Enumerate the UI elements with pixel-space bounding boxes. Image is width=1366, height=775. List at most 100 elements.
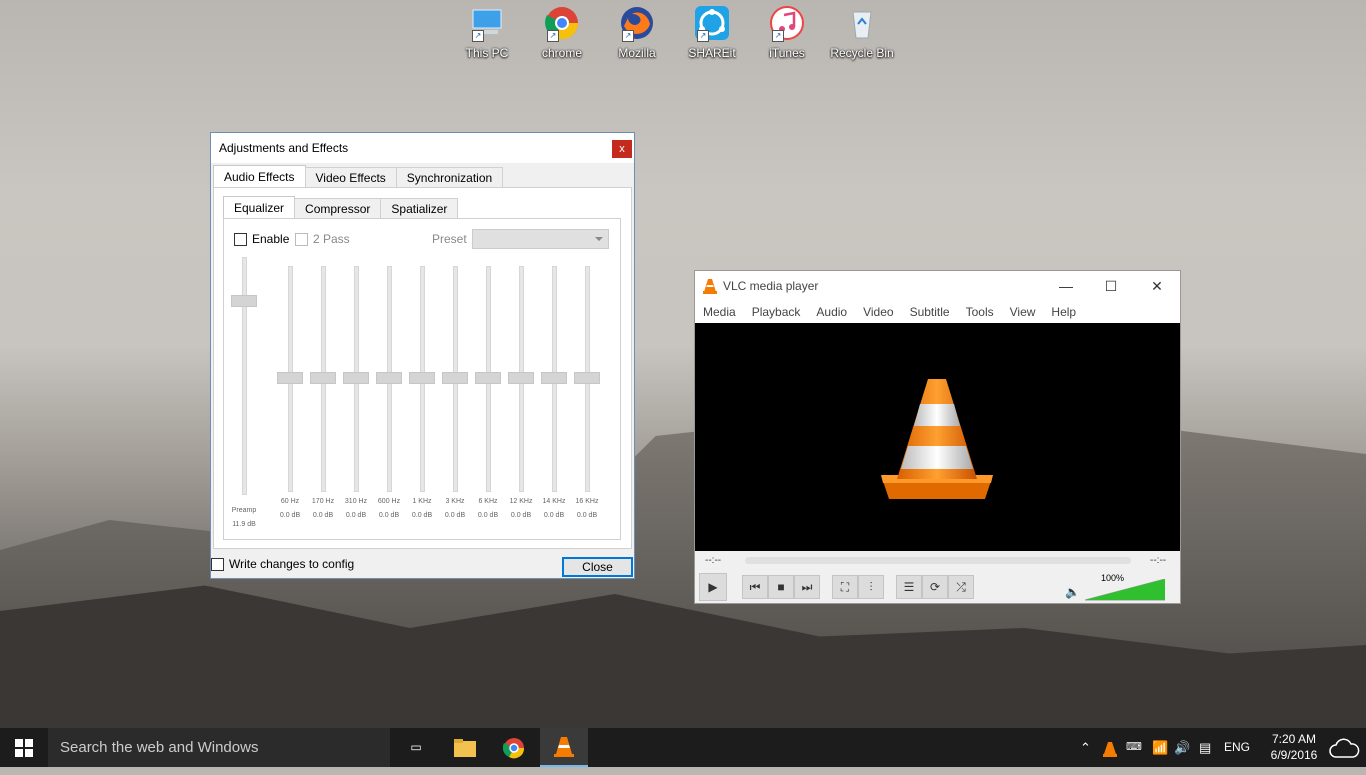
slider-thumb[interactable] [310, 372, 336, 384]
close-icon[interactable]: x [612, 140, 632, 158]
folder-icon [454, 739, 476, 757]
next-button[interactable]: ⏭ [794, 575, 820, 599]
vlc-cone-icon [703, 279, 717, 294]
eq-band-slider[interactable]: 3 KHz 0.0 dB [442, 266, 468, 526]
volume-icon[interactable]: 🔊 [1174, 728, 1190, 767]
enable-checkbox[interactable]: Enable [234, 232, 289, 247]
menu-subtitle[interactable]: Subtitle [910, 305, 950, 319]
vlc-tray-icon[interactable] [1103, 728, 1117, 767]
close-button[interactable]: Close [562, 557, 633, 577]
taskbar-vlc[interactable] [540, 728, 588, 767]
start-button[interactable] [0, 728, 48, 767]
preamp-slider[interactable]: Preamp 11.9 dB [231, 257, 257, 532]
tab-equalizer[interactable]: Equalizer [223, 196, 296, 219]
shuffle-icon: ⤮ [956, 580, 966, 594]
desktop-icon-mozilla[interactable]: ↗ Mozilla [604, 6, 670, 60]
minimize-icon[interactable]: — [1043, 271, 1089, 301]
two-pass-checkbox[interactable]: 2 Pass [295, 232, 350, 247]
dialog-title-bar: Adjustments and Effects [211, 133, 634, 163]
chrome-icon [502, 738, 525, 759]
preamp-value: 11.9 dB [232, 521, 256, 528]
vlc-cone-icon [554, 737, 574, 757]
volume-slider[interactable] [1085, 579, 1165, 601]
seek-slider[interactable] [745, 557, 1131, 564]
tab-audio-effects[interactable]: Audio Effects [213, 165, 306, 188]
fullscreen-icon: ⛶ [840, 580, 850, 594]
tab-compressor[interactable]: Compressor [294, 198, 382, 219]
slider-thumb[interactable] [343, 372, 369, 384]
speaker-icon: 🔈 [1065, 585, 1080, 599]
slider-thumb[interactable] [574, 372, 600, 384]
menu-audio[interactable]: Audio [816, 305, 847, 319]
shareit-icon: ↗ [695, 6, 729, 42]
menu-view[interactable]: View [1010, 305, 1036, 319]
desktop-icon-this-pc[interactable]: ↗ This PC [454, 6, 520, 60]
tab-video-effects[interactable]: Video Effects [304, 167, 397, 188]
extended-settings-button[interactable]: ⫶ [858, 575, 884, 599]
taskbar-chrome[interactable] [490, 728, 538, 767]
menu-playback[interactable]: Playback [752, 305, 801, 319]
wifi-icon[interactable]: 📶 [1152, 728, 1168, 767]
slider-thumb[interactable] [541, 372, 567, 384]
task-view-button[interactable]: ▭ [392, 728, 440, 767]
slider-thumb[interactable] [376, 372, 402, 384]
previous-button[interactable]: ⏮ [742, 575, 768, 599]
close-icon[interactable]: ✕ [1134, 271, 1180, 301]
slider-thumb[interactable] [442, 372, 468, 384]
previous-icon: ⏮ [749, 580, 761, 594]
eq-band-slider[interactable]: 600 Hz 0.0 dB [376, 266, 402, 526]
eq-band-slider[interactable]: 12 KHz 0.0 dB [508, 266, 534, 526]
tab-spatializer[interactable]: Spatializer [380, 198, 459, 219]
preset-dropdown[interactable] [472, 229, 609, 249]
checkbox-box [295, 233, 308, 247]
video-area[interactable] [695, 323, 1180, 551]
main-tabs: Audio Effects Video Effects Synchronizat… [213, 165, 504, 188]
tab-synchronization[interactable]: Synchronization [395, 167, 504, 188]
menu-media[interactable]: Media [703, 305, 736, 319]
desktop-icon-recycle-bin[interactable]: Recycle Bin [829, 6, 895, 60]
action-center-icon[interactable]: ▤ [1199, 728, 1211, 767]
weather-cloud-icon[interactable] [1328, 728, 1360, 767]
playlist-button[interactable]: ☰ [896, 575, 922, 599]
slider-thumb[interactable] [475, 372, 501, 384]
volume-control[interactable]: 🔈 100% [1065, 573, 1165, 601]
write-config-checkbox[interactable]: Write changes to config [211, 557, 354, 572]
eq-band-slider[interactable]: 170 Hz 0.0 dB [310, 266, 336, 526]
eq-band-slider[interactable]: 310 Hz 0.0 dB [343, 266, 369, 526]
clock[interactable]: 7:20 AM 6/9/2016 [1262, 731, 1326, 763]
eq-band-slider[interactable]: 1 KHz 0.0 dB [409, 266, 435, 526]
slider-thumb[interactable] [409, 372, 435, 384]
eq-band-slider[interactable]: 60 Hz 0.0 dB [277, 266, 303, 526]
play-button[interactable]: ▶ [699, 573, 727, 601]
slider-thumb[interactable] [277, 372, 303, 384]
eq-band-slider[interactable]: 14 KHz 0.0 dB [541, 266, 567, 526]
playlist-icon: ☰ [903, 580, 915, 594]
recycle-bin-icon [845, 6, 879, 40]
language-indicator[interactable]: ENG [1224, 728, 1250, 767]
vlc-title: VLC media player [723, 279, 819, 293]
seek-bar-row: --:-- --:-- [695, 553, 1180, 571]
menu-help[interactable]: Help [1051, 305, 1076, 319]
input-method-icon[interactable]: ⌨ [1126, 728, 1142, 767]
menu-tools[interactable]: Tools [966, 305, 994, 319]
band-gain: 0.0 dB [576, 512, 598, 519]
fullscreen-button[interactable]: ⛶ [832, 575, 858, 599]
desktop-icon-itunes[interactable]: ↗ iTunes [754, 6, 820, 60]
loop-button[interactable]: ⟳ [922, 575, 948, 599]
desktop-icon-chrome[interactable]: ↗ chrome [529, 6, 595, 60]
taskbar-file-explorer[interactable] [441, 728, 489, 767]
maximize-icon[interactable]: ☐ [1088, 271, 1134, 301]
slider-thumb[interactable] [231, 295, 257, 307]
taskbar: Search the web and Windows ▭ ⌃ ⌨ 📶 🔊 ▤ E… [0, 728, 1366, 767]
shuffle-button[interactable]: ⤮ [948, 575, 974, 599]
eq-band-slider[interactable]: 16 KHz 0.0 dB [574, 266, 600, 526]
total-time: --:-- [1150, 555, 1167, 566]
firefox-icon: ↗ [620, 6, 654, 42]
eq-band-slider[interactable]: 6 KHz 0.0 dB [475, 266, 501, 526]
slider-thumb[interactable] [508, 372, 534, 384]
menu-video[interactable]: Video [863, 305, 893, 319]
stop-button[interactable]: ■ [768, 575, 794, 599]
search-box[interactable]: Search the web and Windows [48, 728, 390, 767]
desktop-icon-shareit[interactable]: ↗ SHAREit [679, 6, 745, 60]
chevron-up-icon[interactable]: ⌃ [1080, 728, 1091, 767]
